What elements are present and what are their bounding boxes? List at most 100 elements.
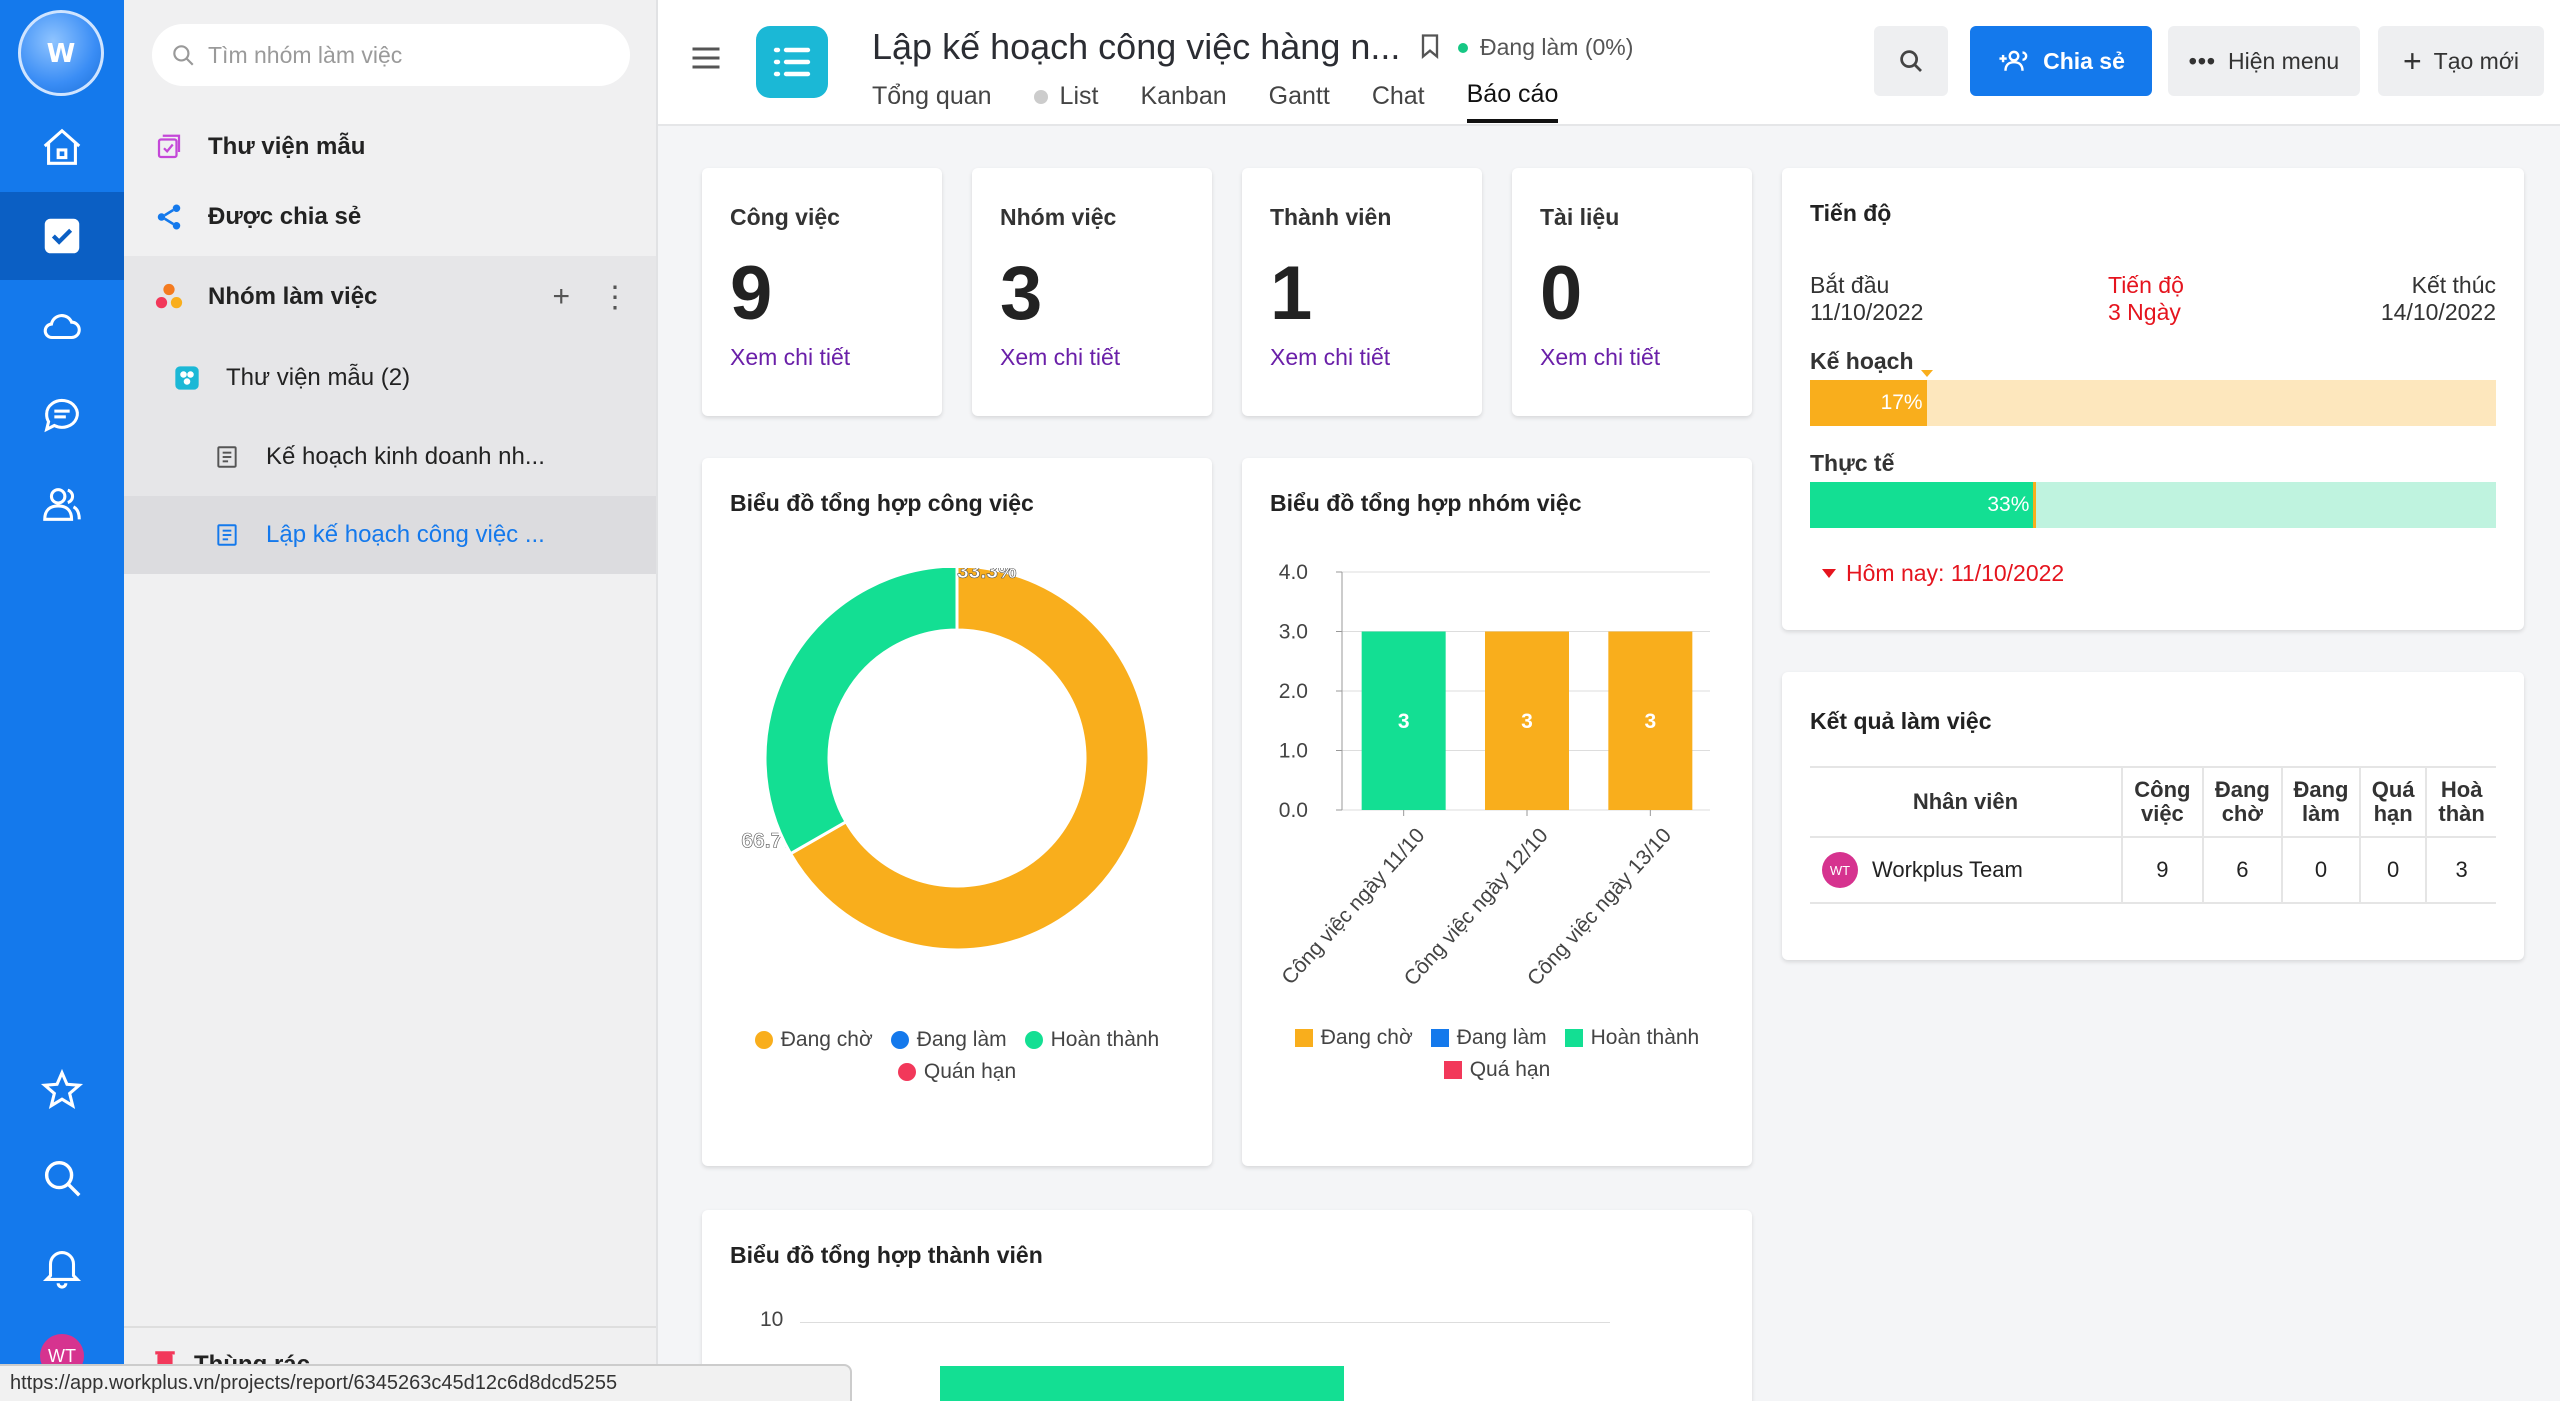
sidebar-item-label: Kế hoạch kinh doanh nh... — [266, 443, 545, 470]
legend-item[interactable]: Đang chờ — [754, 1028, 873, 1052]
tab-gantt[interactable]: Gantt — [1269, 80, 1330, 123]
sidebar-item-label: Nhóm làm việc — [208, 283, 378, 310]
column-header: Nhân viên — [1810, 765, 2122, 839]
legend-item[interactable]: Đang làm — [890, 1028, 1007, 1052]
sidebar-item-label: Thư viện mẫu — [208, 133, 366, 160]
sidebar-item-shared[interactable]: Được chia sẻ — [124, 182, 656, 252]
project-list-icon — [756, 26, 828, 98]
legend-item[interactable]: Quán hạn — [897, 1060, 1017, 1084]
share-button[interactable]: Chia sẻ — [1970, 26, 2152, 96]
sidebar-item-doc-selected[interactable]: Lập kế hoạch công việc ... — [124, 496, 656, 574]
status-text: Đang làm (0%) — [1480, 34, 1634, 60]
legend-swatch — [754, 1031, 773, 1049]
status-url: https://app.workplus.vn/projects/report/… — [0, 1364, 852, 1401]
plan-progress-fill: 17% — [1810, 380, 1927, 426]
create-new-button[interactable]: + Tạo mới — [2378, 26, 2544, 96]
view-detail-link[interactable]: Xem chi tiết — [730, 344, 850, 371]
legend-swatch — [1024, 1031, 1043, 1049]
end-value: 14/10/2022 — [2380, 299, 2496, 325]
stat-card-tasks: Công việc 9 Xem chi tiết — [702, 168, 942, 416]
results-card: Kết quả làm việc Nhân viên Công việc Đan… — [1782, 672, 2524, 960]
chart-title: Biểu đồ tổng hợp công việc — [730, 490, 1034, 516]
members-icon[interactable] — [0, 460, 124, 548]
today-indicator: Hôm nay: 11/10/2022 — [1822, 560, 2064, 587]
plus-icon: + — [2402, 43, 2422, 79]
sidebar-item-label: Lập kế hoạch công việc ... — [266, 521, 545, 548]
sidebar-item-folder[interactable]: Thư viện mẫu (2) — [124, 338, 656, 418]
home-icon[interactable] — [0, 104, 124, 192]
legend-item[interactable]: Quá hạn — [1443, 1058, 1551, 1082]
donut-slice[interactable] — [763, 568, 959, 856]
stat-value: 3 — [1000, 251, 1043, 336]
legend-swatch — [1294, 1029, 1313, 1047]
dot-icon — [1033, 89, 1048, 104]
legend-label: Đang chờ — [780, 1028, 873, 1051]
stat-card-members: Thành viên 1 Xem chi tiết — [1242, 168, 1482, 416]
legend-label: Đang chờ — [1320, 1026, 1413, 1049]
members-chart-card: Biểu đồ tổng hợp thành viên 10 — [702, 1210, 1752, 1401]
x-tick-label: Công việc ngày 11/10 — [1277, 824, 1429, 989]
bar-data-label: 3 — [1644, 710, 1656, 733]
sidebar-item-doc[interactable]: Kế hoạch kinh doanh nh... — [124, 418, 656, 496]
groups-bar-chart: 0.0 1.0 2.0 3.0 4.0 3 Công việc ngày 11/10 3 Côn… — [1277, 561, 1710, 990]
more-icon[interactable]: ⋮ — [600, 280, 630, 315]
duration: Tiến độ 3 Ngày — [2108, 272, 2184, 326]
legend-swatch — [1443, 1061, 1462, 1079]
bar-data-label: 3 — [1398, 710, 1410, 733]
add-group-icon[interactable]: + — [552, 280, 570, 314]
share-label: Chia sẻ — [2043, 47, 2125, 74]
end-date: Kết thúc 14/10/2022 — [2381, 272, 2496, 326]
tab-chat[interactable]: Chat — [1372, 80, 1425, 123]
table-row[interactable]: WT Workplus Team 9 6 0 0 3 — [1810, 837, 2496, 905]
hamburger-icon[interactable] — [688, 40, 724, 81]
tab-overview[interactable]: Tổng quan — [872, 80, 992, 123]
start-label: Bắt đầu — [1810, 272, 1890, 298]
start-date: Bắt đầu 11/10/2022 — [1810, 272, 1923, 326]
template-icon — [152, 130, 186, 164]
actual-progress-bar: 33% — [1810, 482, 2496, 528]
sidebar-item-label: Thư viện mẫu (2) — [226, 364, 411, 391]
group-search[interactable] — [152, 24, 630, 86]
project-sidebar: Thư viện mẫu Được chia sẻ Nhóm làm việc … — [124, 0, 658, 1401]
sidebar-item-workgroups[interactable]: Nhóm làm việc + ⋮ — [124, 256, 656, 338]
legend-item[interactable]: Hoàn thành — [1024, 1028, 1159, 1052]
tasks-icon[interactable] — [0, 192, 124, 280]
stat-label: Thành viên — [1270, 204, 1392, 230]
tab-kanban[interactable]: Kanban — [1140, 80, 1226, 123]
stat-card-documents: Tài liệu 0 Xem chi tiết — [1512, 168, 1752, 416]
tab-report[interactable]: Báo cáo — [1466, 80, 1559, 123]
tasks-donut-chart: 66.7%33.3% — [741, 568, 1151, 952]
project-title: Lập kế hoạch công việc hàng n... — [872, 26, 1401, 67]
legend-item[interactable]: Hoàn thành — [1564, 1026, 1699, 1050]
legend-label: Quán hạn — [923, 1060, 1017, 1083]
column-header: Đang chờ — [2201, 765, 2282, 839]
chat-icon[interactable] — [0, 370, 124, 458]
y-tick-label: 1.0 — [1279, 740, 1308, 763]
card-title: Kết quả làm việc — [1810, 708, 1992, 734]
stat-label: Công việc — [730, 204, 840, 230]
cloud-icon[interactable] — [0, 282, 124, 370]
plan-progress-bar: 17% — [1810, 370, 2496, 426]
legend-label: Quá hạn — [1469, 1058, 1551, 1081]
workspace-logo[interactable]: W — [18, 10, 104, 96]
y-tick-label: 4.0 — [1279, 561, 1308, 584]
view-detail-link[interactable]: Xem chi tiết — [1270, 344, 1390, 371]
search-icon[interactable] — [0, 1134, 124, 1222]
left-rail: W WT — [0, 0, 124, 1401]
view-detail-link[interactable]: Xem chi tiết — [1000, 344, 1120, 371]
group-search-input[interactable] — [208, 41, 608, 69]
search-button[interactable] — [1874, 26, 1948, 96]
caret-down-icon — [1822, 569, 1836, 578]
sidebar-item-library[interactable]: Thư viện mẫu — [124, 112, 656, 182]
view-detail-link[interactable]: Xem chi tiết — [1540, 344, 1660, 371]
project-status[interactable]: Đang làm (0%) — [1458, 34, 1633, 61]
star-icon[interactable] — [0, 1046, 124, 1134]
bookmark-icon[interactable] — [1416, 30, 1444, 67]
add-user-icon — [1999, 50, 2028, 71]
legend-item[interactable]: Đang chờ — [1294, 1026, 1413, 1050]
show-menu-button[interactable]: ••• Hiện menu — [2168, 26, 2360, 96]
tab-list[interactable]: List — [1033, 80, 1098, 123]
stat-card-groups: Nhóm việc 3 Xem chi tiết — [972, 168, 1212, 416]
bell-icon[interactable] — [0, 1222, 124, 1310]
legend-item[interactable]: Đang làm — [1430, 1026, 1547, 1050]
